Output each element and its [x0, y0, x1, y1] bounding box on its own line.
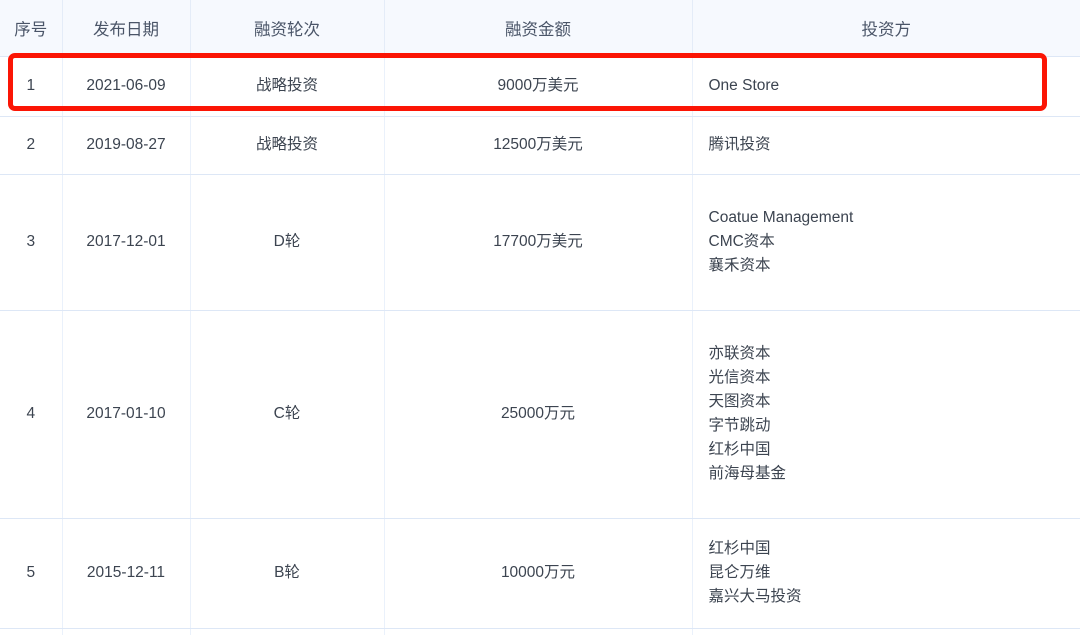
cell-date: 2021-06-09 — [62, 56, 191, 117]
investor-name: 字节跳动 — [708, 417, 771, 434]
cell-investors: One Store — [692, 56, 1080, 117]
investor-name: 红杉中国 — [708, 539, 771, 557]
table-row: 4 2017-01-10 C轮 25000万元 亦联资本 光信资本 天图资本 字… — [0, 310, 1080, 519]
table-row: 6 2015-04-06 A轮 300万美元 红杉中国 — [0, 628, 1080, 635]
investor-name: One Store — [708, 76, 780, 94]
column-header-date: 发布日期 — [62, 0, 191, 57]
table-header: 序号 发布日期 融资轮次 融资金额 投资方 — [0, 0, 1080, 57]
investor-name: 红杉中国 — [708, 441, 771, 459]
column-header-index: 序号 — [0, 0, 63, 57]
cell-date: 2015-12-11 — [62, 518, 191, 629]
cell-date: 2017-01-10 — [62, 310, 191, 519]
cell-round: D轮 — [190, 174, 385, 311]
cell-index: 4 — [0, 310, 63, 519]
cell-amount: 25000万元 — [384, 310, 693, 519]
cell-round: 战略投资 — [190, 116, 385, 175]
investor-name: 亦联资本 — [708, 344, 771, 362]
cell-amount: 9000万美元 — [384, 56, 693, 117]
cell-index: 6 — [0, 628, 63, 635]
cell-round: C轮 — [190, 310, 385, 519]
investor-name: 嘉兴大马投资 — [708, 588, 802, 605]
cell-investors: Coatue Management CMC资本 襄禾资本 — [692, 174, 1080, 311]
investor-name: 前海母基金 — [708, 465, 787, 483]
investor-name: Coatue Management — [708, 208, 854, 226]
table-body: 1 2021-06-09 战略投资 9000万美元 One Store 2 20… — [0, 56, 1080, 635]
column-header-round: 融资轮次 — [190, 0, 385, 57]
cell-amount: 12500万美元 — [384, 116, 693, 175]
cell-round: B轮 — [190, 518, 385, 629]
table-row: 3 2017-12-01 D轮 17700万美元 Coatue Manageme… — [0, 174, 1080, 311]
cell-amount: 17700万美元 — [384, 174, 693, 311]
cell-index: 1 — [0, 56, 63, 117]
cell-amount: 300万美元 — [384, 628, 693, 635]
cell-date: 2015-04-06 — [62, 628, 191, 635]
investor-name: 襄禾资本 — [708, 257, 771, 274]
table-header-row: 序号 发布日期 融资轮次 融资金额 投资方 — [0, 0, 1080, 57]
cell-index: 2 — [0, 116, 63, 175]
cell-investors: 亦联资本 光信资本 天图资本 字节跳动 红杉中国 前海母基金 — [692, 310, 1080, 519]
cell-index: 3 — [0, 174, 63, 311]
cell-investors: 红杉中国 昆仑万维 嘉兴大马投资 — [692, 518, 1080, 629]
column-header-investors: 投资方 — [692, 0, 1080, 57]
cell-date: 2019-08-27 — [62, 116, 191, 175]
funding-history-table-container: 序号 发布日期 融资轮次 融资金额 投资方 1 2021-06-09 战略投资 … — [0, 0, 1080, 635]
investor-name: CMC资本 — [708, 232, 775, 250]
investor-name: 昆仑万维 — [708, 563, 771, 581]
cell-investors: 红杉中国 — [692, 628, 1080, 635]
funding-history-table: 序号 发布日期 融资轮次 融资金额 投资方 1 2021-06-09 战略投资 … — [0, 0, 1080, 635]
table-row: 1 2021-06-09 战略投资 9000万美元 One Store — [0, 56, 1080, 117]
cell-round: 战略投资 — [190, 56, 385, 117]
table-row: 5 2015-12-11 B轮 10000万元 红杉中国 昆仑万维 嘉兴大马投资 — [0, 518, 1080, 629]
investor-name: 天图资本 — [708, 392, 771, 410]
cell-investors: 腾讯投资 — [692, 116, 1080, 175]
table-row: 2 2019-08-27 战略投资 12500万美元 腾讯投资 — [0, 116, 1080, 175]
investor-name: 腾讯投资 — [708, 135, 771, 153]
cell-index: 5 — [0, 518, 63, 629]
cell-amount: 10000万元 — [384, 518, 693, 629]
column-header-amount: 融资金额 — [384, 0, 693, 57]
cell-date: 2017-12-01 — [62, 174, 191, 311]
cell-round: A轮 — [190, 628, 385, 635]
investor-name: 光信资本 — [708, 368, 771, 386]
